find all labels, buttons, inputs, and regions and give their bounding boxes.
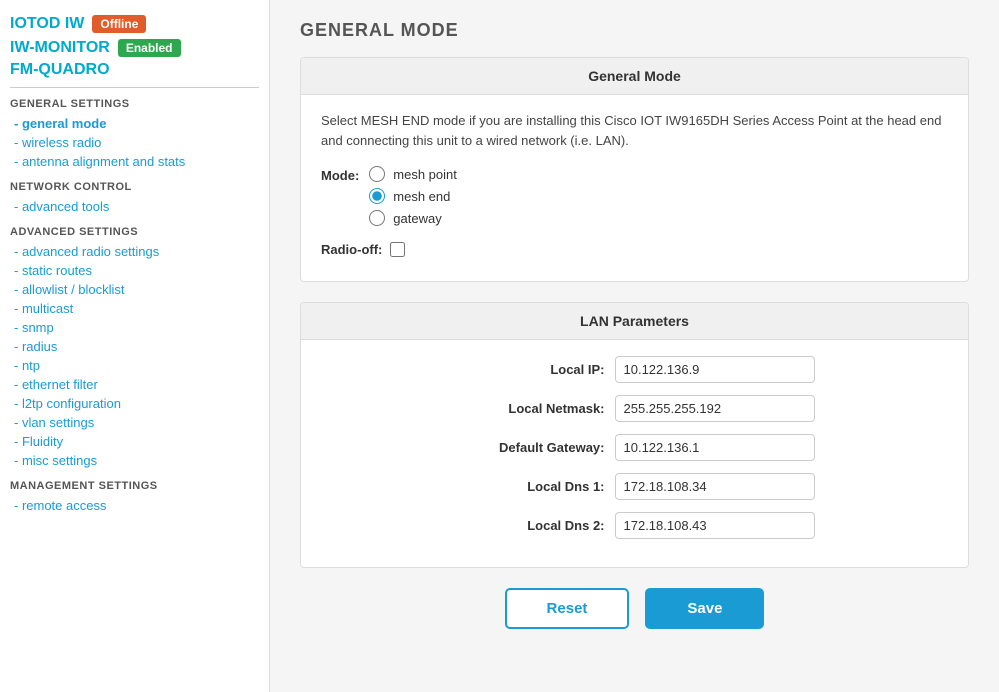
radio-mesh-end-input[interactable] [369, 188, 385, 204]
radio-mesh-point[interactable]: mesh point [369, 166, 457, 182]
sidebar-item-2-5[interactable]: - radius [10, 337, 259, 356]
sidebar-item-1-0[interactable]: - advanced tools [10, 197, 259, 216]
sidebar-item-2-1[interactable]: - static routes [10, 261, 259, 280]
radio-mesh-end-label: mesh end [393, 189, 450, 204]
main-content: GENERAL MODE General Mode Select MESH EN… [270, 0, 999, 692]
lan-input-local-ip[interactable] [615, 356, 815, 383]
sidebar-item-2-9[interactable]: - vlan settings [10, 413, 259, 432]
brand-iotod: IOTOD IW Offline [10, 15, 259, 33]
reset-button[interactable]: Reset [505, 588, 630, 629]
lan-label-default-gateway: Default Gateway: [455, 440, 615, 455]
sidebar-section-label-0: GENERAL SETTINGS [10, 98, 259, 110]
radio-mesh-point-input[interactable] [369, 166, 385, 182]
lan-input-default-gateway[interactable] [615, 434, 815, 461]
lan-row-local-netmask: Local Netmask: [321, 395, 948, 422]
radio-off-label: Radio-off: [321, 242, 382, 257]
mode-radio-group: mesh point mesh end gateway [369, 166, 457, 226]
sidebar: IOTOD IW Offline IW-MONITOR Enabled FM-Q… [0, 0, 270, 692]
radio-off-section: Radio-off: [321, 242, 948, 257]
button-row: Reset Save [300, 588, 969, 639]
lan-input-local-dns-2[interactable] [615, 512, 815, 539]
enabled-badge: Enabled [118, 39, 181, 57]
brand-iwmonitor-title[interactable]: IW-MONITOR [10, 39, 110, 57]
general-mode-body: Select MESH END mode if you are installi… [301, 95, 968, 281]
general-mode-card: General Mode Select MESH END mode if you… [300, 57, 969, 282]
mode-label: Mode: [321, 166, 359, 183]
sidebar-sections: GENERAL SETTINGS - general mode- wireless… [10, 98, 259, 515]
sidebar-item-2-4[interactable]: - snmp [10, 318, 259, 337]
sidebar-item-2-6[interactable]: - ntp [10, 356, 259, 375]
lan-row-local-dns-2: Local Dns 2: [321, 512, 948, 539]
radio-gateway-label: gateway [393, 211, 441, 226]
lan-parameters-card: LAN Parameters Local IP: Local Netmask: De… [300, 302, 969, 568]
sidebar-item-2-0[interactable]: - advanced radio settings [10, 242, 259, 261]
radio-gateway[interactable]: gateway [369, 210, 457, 226]
page-title: GENERAL MODE [300, 20, 969, 41]
lan-label-local-netmask: Local Netmask: [455, 401, 615, 416]
brand-fmquadro-title[interactable]: FM-QUADRO [10, 61, 110, 79]
sidebar-item-0-0[interactable]: - general mode [10, 114, 259, 133]
sidebar-section-label-2: ADVANCED SETTINGS [10, 226, 259, 238]
save-button[interactable]: Save [645, 588, 764, 629]
lan-row-local-ip: Local IP: [321, 356, 948, 383]
sidebar-item-2-3[interactable]: - multicast [10, 299, 259, 318]
sidebar-item-0-1[interactable]: - wireless radio [10, 133, 259, 152]
brand-iotod-title[interactable]: IOTOD IW [10, 15, 84, 33]
sidebar-item-2-8[interactable]: - l2tp configuration [10, 394, 259, 413]
radio-off-checkbox[interactable] [390, 242, 405, 257]
offline-badge: Offline [92, 15, 146, 33]
general-mode-header: General Mode [301, 58, 968, 95]
lan-row-local-dns-1: Local Dns 1: [321, 473, 948, 500]
lan-parameters-body: Local IP: Local Netmask: Default Gateway: L… [301, 340, 968, 567]
brand-iwmonitor: IW-MONITOR Enabled [10, 39, 259, 57]
sidebar-divider [10, 87, 259, 88]
sidebar-section-label-1: NETWORK CONTROL [10, 181, 259, 193]
lan-label-local-ip: Local IP: [455, 362, 615, 377]
general-mode-description: Select MESH END mode if you are installi… [321, 111, 948, 150]
sidebar-item-3-0[interactable]: - remote access [10, 496, 259, 515]
lan-input-local-netmask[interactable] [615, 395, 815, 422]
sidebar-item-2-10[interactable]: - Fluidity [10, 432, 259, 451]
radio-gateway-input[interactable] [369, 210, 385, 226]
lan-input-local-dns-1[interactable] [615, 473, 815, 500]
lan-fields: Local IP: Local Netmask: Default Gateway: L… [321, 356, 948, 539]
radio-mesh-point-label: mesh point [393, 167, 457, 182]
lan-parameters-header: LAN Parameters [301, 303, 968, 340]
sidebar-item-2-11[interactable]: - misc settings [10, 451, 259, 470]
lan-label-local-dns-2: Local Dns 2: [455, 518, 615, 533]
sidebar-item-2-7[interactable]: - ethernet filter [10, 375, 259, 394]
mode-section: Mode: mesh point mesh end gateway [321, 166, 948, 226]
lan-row-default-gateway: Default Gateway: [321, 434, 948, 461]
brand-fmquadro: FM-QUADRO [10, 61, 259, 79]
radio-mesh-end[interactable]: mesh end [369, 188, 457, 204]
sidebar-item-2-2[interactable]: - allowlist / blocklist [10, 280, 259, 299]
sidebar-section-label-3: MANAGEMENT SETTINGS [10, 480, 259, 492]
lan-label-local-dns-1: Local Dns 1: [455, 479, 615, 494]
sidebar-item-0-2[interactable]: - antenna alignment and stats [10, 152, 259, 171]
